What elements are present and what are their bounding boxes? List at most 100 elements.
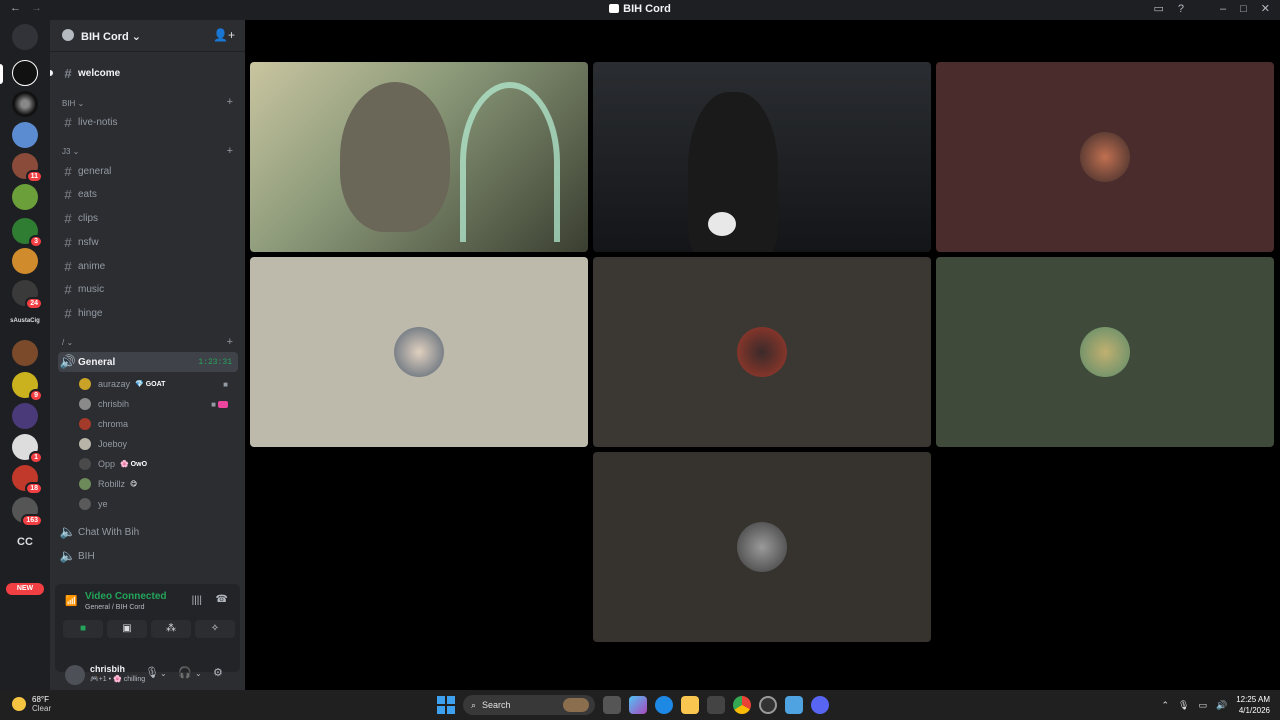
close-button[interactable]: ✕ (1261, 2, 1270, 15)
voice-user-ye[interactable]: ye (78, 495, 238, 513)
edge-icon[interactable] (655, 696, 673, 714)
help-icon[interactable]: ? (1178, 3, 1184, 15)
windows-start-icon[interactable] (437, 696, 455, 714)
channel-anime[interactable]: # anime (58, 256, 238, 276)
voice-user-joeboy[interactable]: Joeboy (78, 435, 238, 453)
voice-user-aurazay[interactable]: aurazay 💎 GOAT ■ (78, 375, 238, 393)
app-icon[interactable] (759, 696, 777, 714)
avatar[interactable] (65, 665, 85, 685)
channel-hinge[interactable]: # hinge (58, 303, 238, 323)
add-channel-icon[interactable]: + (227, 96, 233, 108)
weather-widget[interactable]: 68°F Clear (12, 695, 51, 713)
chrome-icon[interactable] (733, 696, 751, 714)
video-tile[interactable] (936, 62, 1274, 252)
minimize-button[interactable]: – (1220, 3, 1226, 15)
voice-user-chrisbih[interactable]: chrisbih ■ (78, 395, 238, 413)
voice-user-robillz[interactable]: Robillz 😋 (78, 475, 238, 493)
unread-badge: 11 (25, 170, 43, 183)
voice-channel-general[interactable]: 🔊 General 1:23:31 (58, 352, 238, 372)
discord-icon[interactable] (811, 696, 829, 714)
channel-welcome[interactable]: # welcome (58, 63, 238, 83)
video-tile[interactable] (593, 62, 931, 252)
chevron-up-icon[interactable]: ⌃ (1161, 700, 1169, 711)
unread-badge: 18 (25, 482, 43, 495)
voice-user-chroma[interactable]: chroma (78, 415, 238, 433)
camera-button[interactable]: ■ (63, 620, 103, 638)
screenshare-button[interactable]: ▣ (107, 620, 147, 638)
noise-suppression-icon[interactable]: |||| (192, 595, 202, 606)
channel-live-notis[interactable]: # live-notis (58, 112, 238, 132)
server-cc[interactable]: CC (0, 536, 50, 548)
search-input[interactable]: ⌕ Search (463, 695, 595, 715)
video-tile[interactable] (936, 257, 1274, 447)
gear-icon[interactable]: ⚙ (213, 666, 223, 679)
username[interactable]: chrisbih (90, 664, 125, 674)
video-tile[interactable] (250, 257, 588, 447)
discord-home-icon[interactable] (12, 24, 38, 50)
server-15[interactable]: 163 (12, 497, 43, 527)
store-icon[interactable] (707, 696, 725, 714)
server-bih[interactable] (12, 60, 38, 86)
channel-music[interactable]: # music (58, 279, 238, 299)
stream-icon (218, 400, 228, 408)
duck-graphic (708, 212, 736, 236)
server-10[interactable] (12, 340, 38, 366)
channel-clips[interactable]: # clips (58, 208, 238, 228)
server-12[interactable] (12, 403, 38, 429)
category-j3[interactable]: J3 ⌄ (62, 147, 79, 156)
taskbar-apps: ⌕ Search (437, 695, 829, 715)
connection-location[interactable]: General / BIH Cord (85, 604, 145, 611)
avatar (737, 522, 787, 572)
server-5[interactable] (12, 184, 38, 210)
server-header[interactable]: BIH Cord ⌄ 👤+ (50, 20, 245, 52)
add-channel-icon[interactable]: + (227, 336, 233, 348)
invite-icon[interactable]: 👤+ (213, 28, 235, 42)
avatar (78, 397, 92, 411)
server-11[interactable]: 9 (12, 372, 43, 402)
speaker-icon: 🔈 (59, 548, 77, 563)
channel-nsfw[interactable]: # nsfw (58, 232, 238, 252)
voice-channel-chat-with-bih[interactable]: 🔈 Chat With Bih (58, 522, 238, 542)
server-14[interactable]: 18 (12, 465, 43, 495)
maximize-button[interactable]: □ (1240, 3, 1247, 15)
server-9[interactable]: sAustaCig (0, 318, 50, 324)
server-7[interactable] (12, 248, 38, 274)
server-havin[interactable]: 3 (12, 218, 43, 248)
video-tile[interactable] (250, 62, 588, 252)
soundboard-button[interactable]: ✧ (195, 620, 235, 638)
signal-icon[interactable]: 📶 (65, 596, 77, 607)
server-2[interactable] (12, 91, 38, 117)
server-8[interactable]: 24 (12, 280, 43, 310)
network-icon[interactable]: ▭ (1198, 700, 1207, 711)
clock[interactable]: 12:25 AM 4/1/2026 (1236, 694, 1270, 716)
voice-user-opp[interactable]: Opp 🌸 OwO (78, 455, 238, 473)
channel-general[interactable]: # general (58, 161, 238, 181)
notepad-icon[interactable] (785, 696, 803, 714)
hash-icon: # (64, 186, 72, 202)
server-3[interactable] (12, 122, 38, 148)
mic-icon[interactable]: 🎙 (145, 666, 159, 679)
file-explorer-icon[interactable] (681, 696, 699, 714)
task-view-icon[interactable] (603, 696, 621, 714)
server-4[interactable]: 11 (12, 153, 43, 183)
copilot-icon[interactable] (629, 696, 647, 714)
mic-icon[interactable]: 🎙 (1178, 700, 1189, 711)
disconnect-icon[interactable]: ☎ (216, 594, 228, 605)
voice-channel-bih[interactable]: 🔈 BIH (58, 546, 238, 566)
volume-icon[interactable]: 🔊 (1216, 700, 1227, 711)
video-tile[interactable] (593, 257, 931, 447)
add-channel-icon[interactable]: + (227, 145, 233, 157)
category-slash[interactable]: / ⌄ (62, 338, 73, 347)
inbox-icon[interactable]: ▭ (1153, 2, 1163, 15)
server-icon (62, 29, 74, 41)
channel-eats[interactable]: # eats (58, 184, 238, 204)
activities-button[interactable]: ⁂ (151, 620, 191, 638)
unread-badge: 24 (25, 297, 43, 310)
window-title: BIH Cord (0, 3, 1280, 15)
chevron-down-icon[interactable]: ⌄ (160, 669, 167, 678)
chevron-down-icon[interactable]: ⌄ (195, 669, 202, 678)
headphones-icon[interactable]: 🎧 (178, 666, 192, 679)
video-tile[interactable] (593, 452, 931, 642)
category-bih[interactable]: BIH ⌄ (62, 99, 84, 108)
server-13[interactable]: 1 (12, 434, 43, 464)
